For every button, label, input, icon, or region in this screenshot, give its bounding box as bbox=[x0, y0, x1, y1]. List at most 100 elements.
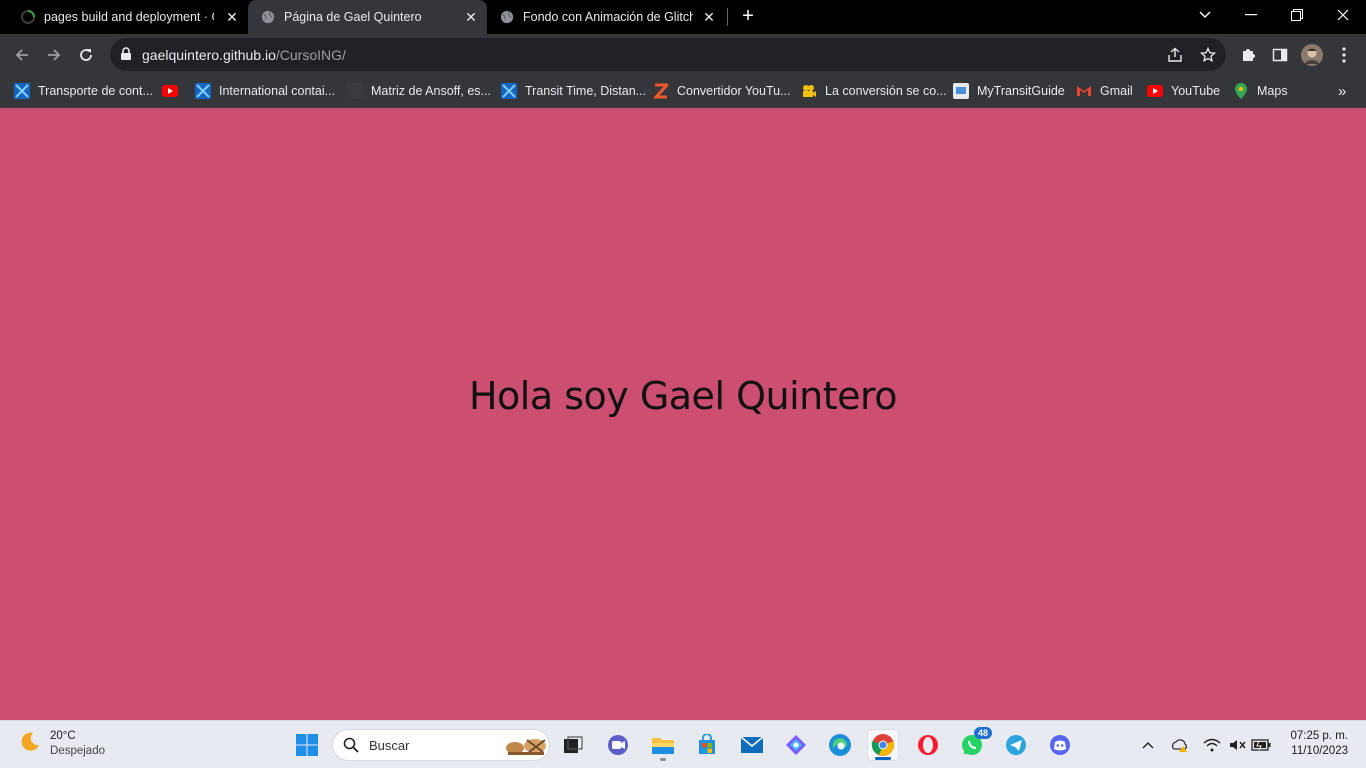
close-tab-icon[interactable]: ✕ bbox=[701, 9, 717, 25]
share-icon[interactable] bbox=[1166, 46, 1184, 64]
site-favicon-icon bbox=[347, 83, 363, 99]
running-indicator bbox=[660, 758, 666, 761]
file-explorer-icon[interactable] bbox=[647, 729, 679, 761]
bookmark-youtube[interactable]: YouTube bbox=[1147, 81, 1220, 101]
mail-icon[interactable] bbox=[736, 729, 768, 761]
bookmarks-bar: Transporte de cont... International cont… bbox=[0, 75, 1366, 108]
discord-icon[interactable] bbox=[1044, 729, 1076, 761]
video-camera-icon bbox=[801, 83, 817, 99]
address-bar[interactable]: gaelquintero.github.io/CursoING/ bbox=[110, 38, 1226, 71]
clock-date: 11/10/2023 bbox=[1291, 745, 1348, 757]
tab-title: Página de Gael Quintero bbox=[284, 10, 422, 24]
more-bookmarks-chevron-icon[interactable]: » bbox=[1338, 81, 1346, 101]
youtube-icon bbox=[162, 83, 178, 99]
bookmark-label: Transit Time, Distan... bbox=[525, 84, 647, 98]
bookmark-matriz-ansoff[interactable]: Matriz de Ansoff, es... bbox=[347, 81, 491, 101]
search-highlight-doodle-icon bbox=[503, 734, 549, 763]
chrome-icon[interactable] bbox=[867, 729, 899, 761]
bookmark-label: International contai... bbox=[219, 84, 336, 98]
bookmark-label: YouTube bbox=[1171, 84, 1221, 98]
battery-charging-icon[interactable] bbox=[1251, 735, 1271, 755]
url-path: /CursoING/ bbox=[275, 47, 346, 63]
loading-spinner-icon bbox=[20, 9, 36, 25]
close-window-icon[interactable] bbox=[1320, 0, 1366, 30]
whatsapp-icon[interactable]: 48 bbox=[956, 727, 992, 761]
bookmark-maps[interactable]: Maps bbox=[1233, 81, 1288, 101]
new-tab-button[interactable]: + bbox=[737, 5, 759, 27]
bookmark-conversion[interactable]: La conversión se co... bbox=[801, 81, 947, 101]
wifi-icon[interactable] bbox=[1202, 735, 1222, 755]
close-tab-icon[interactable]: ✕ bbox=[463, 9, 479, 25]
forward-arrow-icon[interactable] bbox=[40, 41, 68, 69]
teams-chat-icon[interactable] bbox=[602, 729, 634, 761]
edge-browser-icon[interactable] bbox=[824, 729, 856, 761]
lock-icon[interactable] bbox=[120, 47, 132, 66]
microsoft-store-icon[interactable] bbox=[691, 729, 723, 761]
bookmark-label: Convertidor YouTu... bbox=[677, 84, 791, 98]
close-tab-icon[interactable]: ✕ bbox=[224, 9, 240, 25]
globe-icon bbox=[499, 9, 515, 25]
page-heading: Hola soy Gael Quintero bbox=[468, 374, 898, 418]
minimize-window-icon[interactable] bbox=[1228, 0, 1274, 30]
weather-condition: Despejado bbox=[50, 745, 105, 757]
more-menu-icon[interactable] bbox=[1330, 41, 1358, 69]
bookmark-gmail[interactable]: Gmail bbox=[1076, 81, 1133, 101]
bookmark-international[interactable]: International contai... bbox=[195, 81, 335, 101]
search-placeholder: Buscar bbox=[369, 738, 410, 753]
bookmark-transporte[interactable]: Transporte de cont... bbox=[14, 81, 153, 101]
bookmark-label: Matriz de Ansoff, es... bbox=[371, 84, 491, 98]
globe-icon bbox=[260, 9, 276, 25]
tab-separator bbox=[727, 8, 728, 26]
running-indicator-active bbox=[875, 757, 891, 760]
side-panel-icon[interactable] bbox=[1266, 41, 1294, 69]
bookmark-label: MyTransitGuide bbox=[977, 84, 1065, 98]
bookmark-label: Maps bbox=[1257, 84, 1288, 98]
bookmark-transit-time[interactable]: Transit Time, Distan... bbox=[501, 81, 646, 101]
weather-text: 20°C Despejado bbox=[50, 729, 105, 759]
site-favicon-icon bbox=[953, 83, 969, 99]
telegram-icon[interactable] bbox=[1000, 729, 1032, 761]
windows-start-icon[interactable] bbox=[291, 729, 323, 761]
weather-widget[interactable]: 20°C Despejado bbox=[18, 729, 105, 759]
bookmark-convertidor[interactable]: Convertidor YouTu... bbox=[653, 81, 791, 101]
page-viewport: Hola soy Gael Quintero bbox=[0, 108, 1366, 720]
bookmark-mytransitguide[interactable]: MyTransitGuide bbox=[953, 81, 1065, 101]
opera-icon[interactable] bbox=[912, 729, 944, 761]
tab-pages-build[interactable]: pages build and deployment · G ✕ bbox=[0, 0, 248, 34]
maps-pin-icon bbox=[1233, 83, 1249, 99]
search-icon bbox=[343, 737, 359, 758]
task-view-icon[interactable] bbox=[557, 729, 589, 761]
tab-title: Fondo con Animación de Glitch bbox=[523, 10, 693, 24]
tab-search-dropdown-icon[interactable] bbox=[1182, 0, 1228, 30]
url-text: gaelquintero.github.io/CursoING/ bbox=[142, 47, 346, 63]
bookmark-label: Transporte de cont... bbox=[38, 84, 153, 98]
tab-fondo-glitch[interactable]: Fondo con Animación de Glitch ✕ bbox=[487, 0, 725, 34]
copilot-icon[interactable] bbox=[780, 729, 812, 761]
moon-icon bbox=[18, 730, 42, 759]
profile-avatar[interactable] bbox=[1298, 41, 1326, 69]
tab-title: pages build and deployment · G bbox=[44, 10, 214, 24]
notification-badge: 48 bbox=[973, 727, 992, 739]
windows-taskbar: 20°C Despejado Buscar 48 07:25 p. m. 11/… bbox=[0, 720, 1366, 768]
taskbar-search[interactable]: Buscar bbox=[332, 729, 550, 761]
bookmark-label: La conversión se co... bbox=[825, 84, 947, 98]
weather-temp: 20°C bbox=[50, 730, 76, 742]
youtube-icon bbox=[1147, 83, 1163, 99]
extensions-puzzle-icon[interactable] bbox=[1234, 41, 1262, 69]
system-clock[interactable]: 07:25 p. m. 11/10/2023 bbox=[1290, 729, 1348, 759]
arrows-cross-icon bbox=[14, 83, 30, 99]
onedrive-warning-icon[interactable] bbox=[1170, 735, 1190, 755]
back-arrow-icon[interactable] bbox=[8, 41, 36, 69]
arrows-cross-icon bbox=[195, 83, 211, 99]
z-logo-icon bbox=[653, 83, 669, 99]
browser-toolbar: gaelquintero.github.io/CursoING/ bbox=[0, 34, 1366, 75]
restore-window-icon[interactable] bbox=[1274, 0, 1320, 30]
reload-icon[interactable] bbox=[72, 41, 100, 69]
bookmark-star-icon[interactable] bbox=[1199, 46, 1217, 64]
tab-strip: pages build and deployment · G ✕ Página … bbox=[0, 0, 1366, 34]
tab-pagina-gael[interactable]: Página de Gael Quintero ✕ bbox=[248, 0, 487, 34]
show-hidden-icons-chevron-icon[interactable] bbox=[1138, 735, 1158, 755]
bookmark-youtube-icon-only[interactable] bbox=[162, 81, 186, 101]
arrows-cross-icon bbox=[501, 83, 517, 99]
volume-muted-icon[interactable] bbox=[1228, 735, 1248, 755]
